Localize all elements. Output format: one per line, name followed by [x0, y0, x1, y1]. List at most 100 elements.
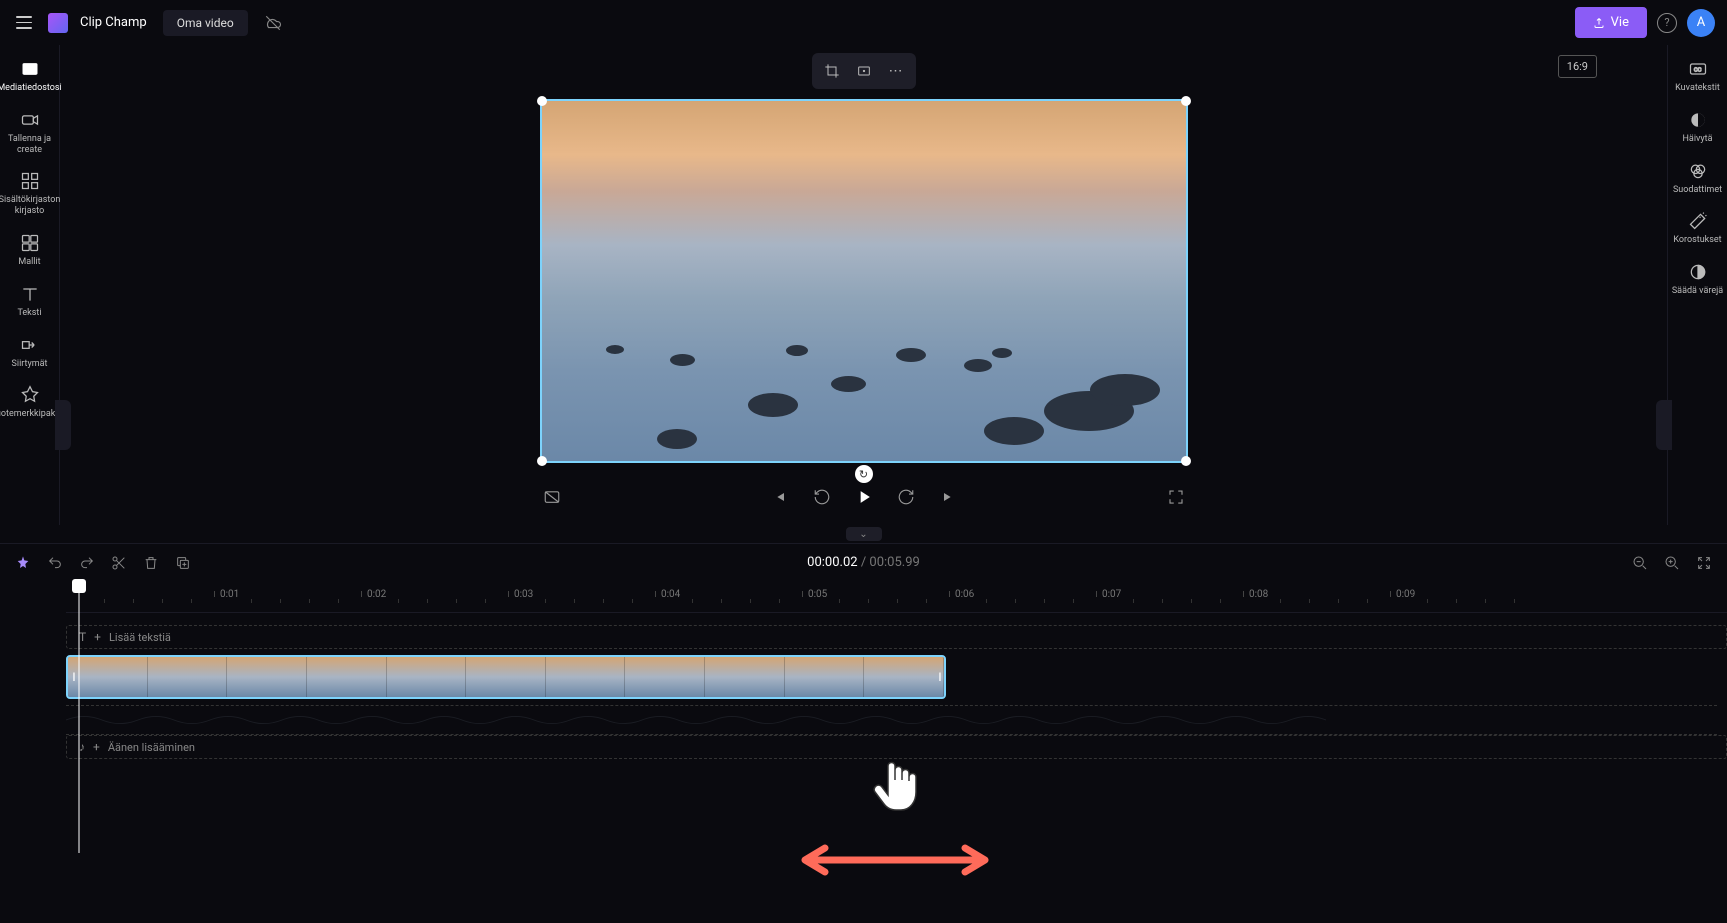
sidebar-label: Suodattimet: [1673, 185, 1722, 196]
templates-icon: [20, 233, 40, 253]
forward-button[interactable]: [894, 485, 918, 509]
audio-track-label: Äänen lisääminen: [108, 741, 195, 754]
svg-text:CC: CC: [1693, 68, 1701, 74]
fit-timeline-button[interactable]: [1695, 554, 1713, 572]
resize-handle-bl[interactable]: [537, 456, 547, 466]
sidebar-label: Siirtymät: [12, 359, 48, 370]
sidebar-label: Mediatiedostosi: [0, 83, 62, 94]
ruler-tick: 0:03: [514, 589, 533, 600]
video-clip[interactable]: || ||: [66, 655, 946, 699]
plus-icon: +: [94, 630, 101, 644]
sidebar-item-effects[interactable]: Korostukset: [1669, 203, 1727, 254]
ruler-tick: 0:04: [661, 589, 680, 600]
sidebar-label: Mallit: [18, 257, 40, 268]
ruler-tick: 0:01: [220, 589, 239, 600]
sidebar-item-library[interactable]: Sisältökirjaston kirjasto: [1, 163, 59, 225]
sidebar-label: Sisältökirjaston kirjasto: [0, 195, 60, 217]
split-button[interactable]: [110, 554, 128, 572]
more-button[interactable]: ⋯: [884, 59, 908, 83]
camera-icon: [20, 110, 40, 130]
auto-button[interactable]: [14, 554, 32, 572]
preview-image: [542, 101, 1186, 461]
sidebar-item-templates[interactable]: Mallit: [1, 225, 59, 276]
sidebar-item-filters[interactable]: Suodattimet: [1669, 153, 1727, 204]
ruler-tick: 0:05: [808, 589, 827, 600]
zoom-in-button[interactable]: [1663, 554, 1681, 572]
library-icon: [20, 171, 40, 191]
ruler-tick: 0:06: [955, 589, 974, 600]
project-name-input[interactable]: Oma video: [163, 10, 248, 36]
text-track-label: Lisää tekstiä: [109, 631, 171, 644]
cc-icon: CC: [1688, 59, 1708, 79]
rotate-handle[interactable]: ↻: [855, 465, 873, 483]
sidebar-item-media[interactable]: Mediatiedostosi: [1, 51, 59, 102]
total-time: 00:05.99: [869, 555, 919, 570]
timeline-ruler[interactable]: 0:01 0:02 0:03 0:04 0:05 0:06 0:07 0:08 0:09: [66, 581, 1727, 613]
preview-frame[interactable]: ↻: [540, 99, 1188, 463]
plus-icon: +: [93, 740, 100, 754]
help-button[interactable]: ?: [1657, 13, 1677, 33]
play-button[interactable]: [852, 485, 876, 509]
resize-handle-tl[interactable]: [537, 96, 547, 106]
picture-in-picture-button[interactable]: [540, 485, 564, 509]
undo-button[interactable]: [46, 554, 64, 572]
sidebar-item-fade[interactable]: Häivytä: [1669, 102, 1727, 153]
text-track-icon: T: [79, 630, 86, 644]
clip-trim-right[interactable]: ||: [934, 657, 944, 697]
right-sidebar: CC Kuvatekstit Häivytä Suodattimet Koros…: [1667, 45, 1727, 525]
video-track: || ||: [66, 655, 1727, 701]
filters-icon: [1688, 161, 1708, 181]
duplicate-button[interactable]: [174, 554, 192, 572]
clip-trim-left[interactable]: ||: [68, 657, 78, 697]
delete-button[interactable]: [142, 554, 160, 572]
fit-button[interactable]: [852, 59, 876, 83]
text-icon: [20, 284, 40, 304]
sidebar-item-record[interactable]: Tallenna ja create: [1, 102, 59, 164]
sidebar-item-captions[interactable]: CC Kuvatekstit: [1669, 51, 1727, 102]
sidebar-item-brand[interactable]: Tuotemerkkipaketti: [1, 377, 59, 428]
sidebar-label: Korostukset: [1673, 235, 1721, 246]
media-icon: [20, 59, 40, 79]
current-time: 00:00.02: [807, 555, 857, 570]
right-panel-toggle[interactable]: [1656, 400, 1672, 450]
sidebar-label: Kuvatekstit: [1675, 83, 1720, 94]
export-button[interactable]: Vie: [1575, 7, 1647, 38]
preview-toolbar: ⋯: [812, 53, 916, 89]
transitions-icon: [20, 335, 40, 355]
text-track[interactable]: T + Lisää tekstiä: [66, 625, 1727, 649]
timeline-time: 00:00.02 / 00:05.99: [807, 555, 920, 570]
brand-icon: [20, 385, 40, 405]
playhead[interactable]: [72, 579, 86, 593]
sidebar-label: Häivytä: [1683, 134, 1713, 145]
export-label: Vie: [1611, 15, 1629, 30]
audio-track[interactable]: ♪ + Äänen lisääminen: [66, 735, 1727, 759]
sidebar-label: Tallenna ja create: [3, 134, 57, 156]
instructional-arrow-icon: [795, 840, 995, 880]
skip-back-button[interactable]: [768, 485, 792, 509]
zoom-out-button[interactable]: [1631, 554, 1649, 572]
resize-handle-br[interactable]: [1181, 456, 1191, 466]
ruler-tick: 0:09: [1396, 589, 1415, 600]
ruler-tick: 0:08: [1249, 589, 1268, 600]
ruler-tick: 0:02: [367, 589, 386, 600]
sync-off-icon[interactable]: [264, 14, 282, 32]
audio-track-icon: ♪: [79, 740, 85, 754]
contrast-icon: [1688, 262, 1708, 282]
app-name: Clip Champ: [80, 15, 147, 30]
sidebar-label: Teksti: [17, 308, 41, 319]
timeline-collapse-button[interactable]: ⌄: [0, 525, 1727, 543]
sidebar-item-transitions[interactable]: Siirtymät: [1, 327, 59, 378]
aspect-ratio-button[interactable]: 16:9: [1558, 55, 1597, 78]
sidebar-item-text[interactable]: Teksti: [1, 276, 59, 327]
redo-button[interactable]: [78, 554, 96, 572]
skip-forward-button[interactable]: [936, 485, 960, 509]
user-avatar[interactable]: A: [1687, 9, 1715, 37]
rewind-button[interactable]: [810, 485, 834, 509]
sidebar-item-colors[interactable]: Säädä värejä: [1669, 254, 1727, 305]
ruler-tick: 0:07: [1102, 589, 1121, 600]
left-sidebar: Mediatiedostosi Tallenna ja create Sisäl…: [0, 45, 60, 525]
fullscreen-button[interactable]: [1164, 485, 1188, 509]
resize-handle-tr[interactable]: [1181, 96, 1191, 106]
menu-button[interactable]: [12, 11, 36, 35]
crop-button[interactable]: [820, 59, 844, 83]
